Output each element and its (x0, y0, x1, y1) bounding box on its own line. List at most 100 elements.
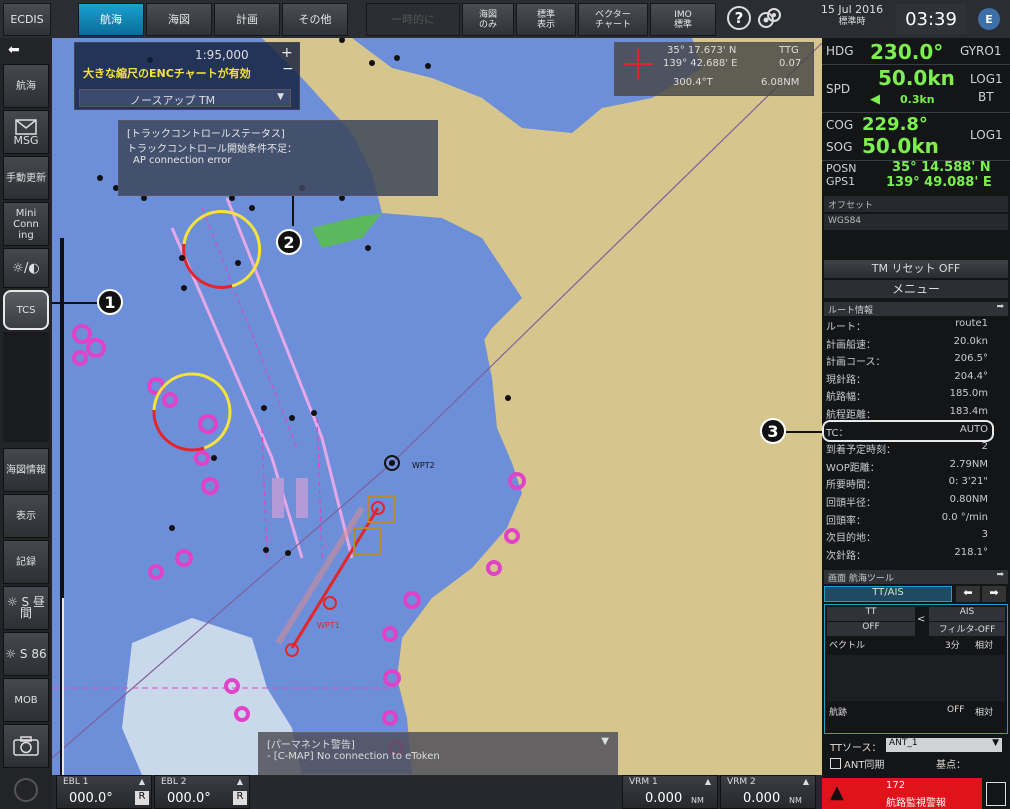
route-info-value: 2.79NM (949, 458, 988, 470)
offset-field[interactable]: オフセット (824, 196, 1008, 212)
std-display-line2: 表示 (536, 19, 555, 30)
tt-ais-link[interactable]: < (917, 614, 927, 625)
sog-source[interactable]: LOG1 (970, 128, 1003, 142)
vector-chart-button[interactable]: ベクター チャート (578, 3, 648, 36)
left-btn-screenshot[interactable] (3, 724, 49, 768)
left-btn-display[interactable]: 表示 (3, 494, 49, 538)
temporary-button[interactable]: ー時的に (366, 3, 460, 36)
callout-1: 1 (97, 289, 123, 315)
tab-chart[interactable]: 海図 (146, 3, 212, 36)
sog-value: 50.0kn (862, 134, 939, 158)
chevron-down-icon[interactable]: ▼ (601, 736, 609, 747)
vrm1-control[interactable]: VRM 1 ▲ 0.000 NM (622, 775, 718, 809)
user-icon[interactable]: E (978, 8, 1000, 30)
tt-source-select[interactable]: ANT_1 ▼ (886, 738, 1002, 752)
nav-tools-header[interactable]: 画面 航海ツール ➡ (824, 570, 1008, 584)
left-btn-tcs[interactable]: TCS (3, 290, 49, 330)
power-icon[interactable] (14, 778, 38, 802)
hdg-source[interactable]: GYRO1 (960, 44, 1001, 58)
chart-scale-panel[interactable]: + − 1:95,000 大きな縮尺のENCチャートが有効 ノースアップ TM … (74, 42, 300, 110)
tab-plan[interactable]: 計画 (214, 3, 280, 36)
up-arrow-icon[interactable]: ▲ (237, 777, 243, 786)
back-arrow-icon[interactable]: ⬅ (8, 42, 20, 58)
left-btn-chart-info[interactable]: 海図情報 (3, 448, 49, 492)
ebl1-relative-button[interactable]: R (135, 791, 149, 805)
standard-display-button[interactable]: 標準 表示 (516, 3, 576, 36)
vector-chart-line2: チャート (595, 19, 631, 30)
left-btn-mini-conning[interactable]: Mini Conn ing (3, 202, 49, 246)
route-info-value: route1 (955, 318, 988, 329)
gps-source[interactable]: GPS1 (826, 175, 855, 188)
cog-sog-row: COG 229.8° SOG 50.0kn LOG1 (822, 114, 1010, 160)
orientation-select[interactable]: ノースアップ TM ▼ (79, 89, 291, 107)
chart-only-line1: 海図 (478, 9, 497, 20)
prev-arrow-icon[interactable]: ⬅ (956, 586, 980, 602)
permanent-alert-panel[interactable]: [パーマネント警告] - [C-MAP] No connection to eT… (258, 732, 618, 775)
up-arrow-icon[interactable]: ▲ (705, 777, 711, 786)
trail-toggle[interactable]: OFF (947, 705, 964, 715)
cursor-bearing: 300.4°T (673, 77, 713, 88)
help-icon[interactable]: ? (727, 6, 751, 30)
left-btn-day-mode[interactable]: ☼ S 昼間 (3, 586, 49, 630)
left-btn-record[interactable]: 記録 (3, 540, 49, 584)
tab-other[interactable]: その他 (282, 3, 348, 36)
ecdis-button[interactable]: ECDIS (3, 3, 51, 36)
vector-mode[interactable]: 相対 (975, 638, 993, 651)
zoom-out-button[interactable]: − (282, 61, 294, 77)
tab-tt-ais[interactable]: TT/AIS (824, 586, 952, 602)
alarm-text: 航路監視警報 (886, 798, 946, 809)
route-info-header[interactable]: ルート情報 ➡ (824, 302, 1008, 316)
zoom-in-button[interactable]: + (281, 45, 293, 61)
trail-mode[interactable]: 相対 (975, 705, 993, 718)
time-zone-text: 標準時 (838, 17, 866, 27)
tcs-status-popup[interactable]: [トラックコントロールステータス] トラックコントロール開始条件不足： AP c… (118, 120, 438, 196)
ant-sync-checkbox[interactable] (830, 758, 841, 769)
route-info-row: 計画コース： 206.5° (822, 353, 1010, 370)
tt-toggle[interactable]: OFF (827, 622, 915, 636)
tm-reset-button[interactable]: TM リセット OFF (824, 260, 1008, 278)
left-btn-brightness-level[interactable]: ☼ S 86 (3, 632, 49, 676)
cursor-range: 6.08NM (761, 77, 800, 88)
left-btn-msg[interactable]: MSG (3, 110, 49, 154)
vrm2-value: 0.000 (743, 791, 781, 806)
ebl1-control[interactable]: EBL 1 ▲ 000.0° R (56, 775, 152, 809)
ais-filter-toggle[interactable]: フィルタ-OFF (929, 622, 1005, 636)
left-btn-brightness[interactable]: ☼/◐ (3, 248, 49, 288)
tt-source-row: TTソース： ANT_1 ▼ (826, 738, 1008, 754)
alert-list-icon[interactable] (986, 782, 1006, 806)
left-btn-mob[interactable]: MOB (3, 678, 49, 722)
arrow-right-icon[interactable]: ➡ (996, 570, 1004, 580)
enc-warning-text: 大きな縮尺のENCチャートが有効 (83, 67, 251, 80)
arrow-right-icon[interactable]: ➡ (996, 302, 1004, 312)
ebl2-control[interactable]: EBL 2 ▲ 000.0° R (154, 775, 250, 809)
ebl1-value: 000.0° (69, 791, 113, 806)
spd-source[interactable]: LOG1 (970, 72, 1003, 86)
up-arrow-icon[interactable]: ▲ (803, 777, 809, 786)
nautical-chart[interactable]: WPT1 WPT2 + − 1:95,000 大きな縮尺のENCチャートが有効 … (52, 38, 822, 775)
vrm2-label: VRM 2 (727, 777, 756, 787)
left-btn-manual-update[interactable]: 手動更新 (3, 156, 49, 200)
up-arrow-icon[interactable]: ▲ (139, 777, 145, 786)
tab-navigation[interactable]: 航海 (78, 3, 144, 36)
route-info-value: 185.0m (949, 388, 988, 400)
route-info-key: 計画船速： (826, 339, 876, 351)
callout-2: 2 (276, 229, 302, 255)
orientation-value: ノースアップ TM (130, 94, 216, 107)
menu-header[interactable]: メニュー (824, 280, 1008, 298)
imo-std-line2: 標準 (673, 19, 692, 30)
chart-only-button[interactable]: 海図 のみ (462, 3, 514, 36)
settings-gear-icon[interactable] (756, 6, 782, 32)
callout-pointer-1 (52, 302, 97, 304)
route-info-key: WOP距離： (826, 462, 880, 474)
vrm2-control[interactable]: VRM 2 ▲ 0.000 NM (720, 775, 816, 809)
alarm-banner[interactable]: ▲ 172 航路監視警報 (822, 778, 982, 809)
route-info-value: 218.1° (954, 546, 988, 558)
route-info-key: 到着予定時刻： (826, 445, 896, 457)
ebl2-relative-button[interactable]: R (233, 791, 247, 805)
callout-pointer-2 (292, 196, 294, 226)
left-btn-navigation[interactable]: 航海 (3, 64, 49, 108)
next-arrow-icon[interactable]: ➡ (982, 586, 1006, 602)
vector-time[interactable]: 3分 (945, 638, 960, 651)
longitude-value: 139° 49.088' E (886, 175, 992, 190)
imo-standard-button[interactable]: IMO 標準 (650, 3, 716, 36)
